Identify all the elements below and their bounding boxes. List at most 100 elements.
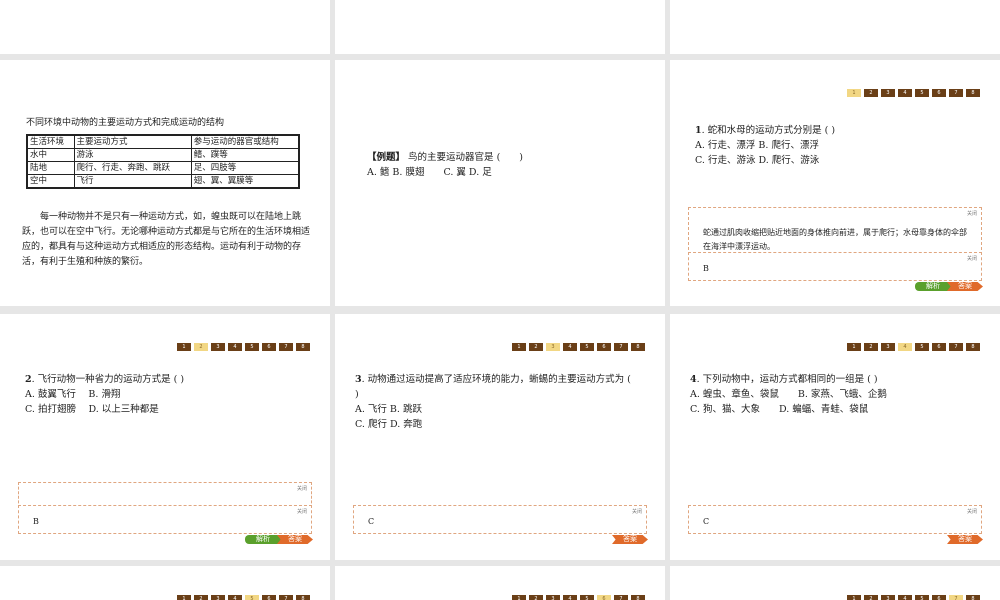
- analysis-text: 蛇通过肌肉收缩把贴近地面的身体推向前进，属于爬行；水母靠身体的伞部在海洋中漂浮运…: [703, 228, 967, 251]
- page-button[interactable]: 6: [597, 343, 611, 351]
- table-header: 生活环境: [26, 134, 75, 149]
- slide-question-3: 1 2 3 4 5 6 7 8 3. 动物通过运动提高了适应环境的能力，蜥蜴的主…: [335, 314, 665, 560]
- page-button[interactable]: 6: [932, 343, 946, 351]
- close-button[interactable]: 关闭: [967, 508, 977, 515]
- page-button[interactable]: 2: [529, 343, 543, 351]
- page-button[interactable]: 4: [228, 343, 242, 351]
- page-button[interactable]: 6: [262, 595, 276, 600]
- question-text: 2. 飞行动物一种省力的运动方式是 ( ) A. 鼓翼飞行 B. 滑翔 C. 拍…: [25, 372, 315, 417]
- question-number: 1: [695, 125, 702, 136]
- analysis-button[interactable]: 解析: [915, 282, 951, 291]
- page-button[interactable]: 8: [631, 595, 645, 600]
- page-button[interactable]: 7: [279, 595, 293, 600]
- page-button[interactable]: 3: [211, 343, 225, 351]
- question-stem: ): [355, 389, 359, 400]
- question-options: A. 行走、漂浮 B. 爬行、漂浮: [695, 140, 819, 151]
- page-button[interactable]: 6: [932, 89, 946, 97]
- page-button[interactable]: 2: [194, 595, 208, 600]
- page-button[interactable]: 3: [881, 595, 895, 600]
- answer-text: B: [33, 517, 39, 526]
- page-button[interactable]: 7: [949, 595, 963, 600]
- page-button[interactable]: 8: [966, 89, 980, 97]
- page-button[interactable]: 8: [296, 595, 310, 600]
- page-button[interactable]: 7: [614, 343, 628, 351]
- page-nav: 1 2 3 4 5 6 7 8: [847, 89, 980, 97]
- page-button[interactable]: 3: [881, 343, 895, 351]
- page-button[interactable]: 1: [847, 89, 861, 97]
- page-button[interactable]: 6: [597, 595, 611, 600]
- page-button[interactable]: 7: [614, 595, 628, 600]
- slide-top-right: [670, 0, 1000, 54]
- page-button[interactable]: 2: [529, 595, 543, 600]
- page-button[interactable]: 3: [546, 343, 560, 351]
- page-button[interactable]: 5: [915, 343, 929, 351]
- page-button[interactable]: 5: [245, 595, 259, 600]
- answer-button[interactable]: 答案: [612, 535, 648, 544]
- page-button[interactable]: 4: [228, 595, 242, 600]
- page-button[interactable]: 6: [262, 343, 276, 351]
- page-button[interactable]: 5: [580, 343, 594, 351]
- page-button[interactable]: 8: [296, 343, 310, 351]
- page-button[interactable]: 1: [847, 595, 861, 600]
- slide-top-middle: [335, 0, 665, 54]
- page-button[interactable]: 4: [563, 595, 577, 600]
- slide-question-1: 1 2 3 4 5 6 7 8 1. 蛇和水母的运动方式分别是 ( ) A. 行…: [670, 60, 1000, 306]
- question-text: 1. 蛇和水母的运动方式分别是 ( ) A. 行走、漂浮 B. 爬行、漂浮 C.…: [695, 123, 985, 168]
- close-button[interactable]: 关闭: [632, 508, 642, 515]
- page-button[interactable]: 7: [949, 343, 963, 351]
- page-button[interactable]: 5: [915, 595, 929, 600]
- page-button[interactable]: 2: [864, 343, 878, 351]
- page-button[interactable]: 3: [546, 595, 560, 600]
- close-button[interactable]: 关闭: [297, 485, 307, 492]
- close-button[interactable]: 关闭: [967, 255, 977, 262]
- table-cell: 鳍、蹼等: [190, 148, 300, 162]
- summary-paragraph: 每一种动物并不是只有一种运动方式，如，蝗虫既可以在陆地上跳跃，也可以在空中飞行。…: [22, 212, 311, 267]
- page-button[interactable]: 5: [580, 595, 594, 600]
- table-cell: 空中: [26, 174, 75, 189]
- table-header: 主要运动方式: [73, 134, 192, 149]
- answer-button[interactable]: 答案: [947, 282, 983, 291]
- page-button[interactable]: 5: [915, 89, 929, 97]
- page-nav: 1 2 3 4 5 6 7 8: [512, 343, 645, 351]
- page-button[interactable]: 3: [211, 595, 225, 600]
- page-nav: 1 2 3 4 5 6 7 8: [177, 595, 310, 600]
- question-text: 4. 下列动物中，运动方式都相同的一组是 ( ) A. 蝗虫、章鱼、袋鼠 B. …: [690, 372, 980, 417]
- page-button[interactable]: 4: [898, 595, 912, 600]
- page-button[interactable]: 1: [177, 595, 191, 600]
- page-button[interactable]: 7: [949, 89, 963, 97]
- page-button[interactable]: 4: [898, 343, 912, 351]
- close-button[interactable]: 关闭: [297, 508, 307, 515]
- page-button[interactable]: 1: [847, 343, 861, 351]
- page-button[interactable]: 7: [279, 343, 293, 351]
- page-nav: 1 2 3 4 5 6 7 8: [847, 595, 980, 600]
- answer-button[interactable]: 答案: [277, 535, 313, 544]
- page-button[interactable]: 4: [898, 89, 912, 97]
- page-button[interactable]: 8: [966, 343, 980, 351]
- answer-panel: 关闭 C: [353, 505, 647, 534]
- page-nav: 1 2 3 4 5 6 7 8: [177, 343, 310, 351]
- question-options: C. 拍打翅膀 D. 以上三种都是: [25, 404, 159, 415]
- page-button[interactable]: 2: [864, 595, 878, 600]
- table-header: 参与运动的器官或结构: [190, 134, 300, 149]
- question-stem: . 飞行动物一种省力的运动方式是 ( ): [31, 374, 185, 385]
- summary-title: 不同环境中动物的主要运动方式和完成运动的结构: [26, 118, 225, 128]
- page-button[interactable]: 1: [512, 343, 526, 351]
- page-button[interactable]: 1: [512, 595, 526, 600]
- analysis-button[interactable]: 解析: [245, 535, 281, 544]
- page-button[interactable]: 2: [864, 89, 878, 97]
- answer-button[interactable]: 答案: [947, 535, 983, 544]
- page-button[interactable]: 1: [177, 343, 191, 351]
- page-button[interactable]: 6: [932, 595, 946, 600]
- page-button[interactable]: 2: [194, 343, 208, 351]
- example-question: 【例题】 鸟的主要运动器官是 ( ) A. 鳍 B. 膜翅 C. 翼 D. 足: [367, 150, 523, 180]
- slide-top-left: [0, 0, 330, 54]
- close-button[interactable]: 关闭: [967, 210, 977, 217]
- page-button[interactable]: 3: [881, 89, 895, 97]
- slide-question-7: 1 2 3 4 5 6 7 8: [670, 566, 1000, 600]
- page-button[interactable]: 4: [563, 343, 577, 351]
- page-button[interactable]: 8: [631, 343, 645, 351]
- table-cell: 陆地: [26, 161, 75, 175]
- slide-question-6: 1 2 3 4 5 6 7 8: [335, 566, 665, 600]
- page-button[interactable]: 8: [966, 595, 980, 600]
- page-button[interactable]: 5: [245, 343, 259, 351]
